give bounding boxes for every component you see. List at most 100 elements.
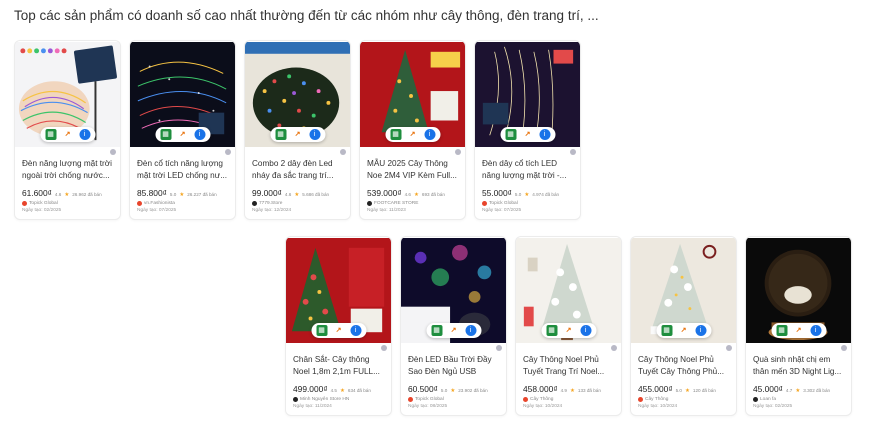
star-icon: ★: [64, 192, 70, 198]
more-options-icon[interactable]: [225, 149, 231, 155]
product-card[interactable]: ▦ ↗ i Quà sinh nhật chị em thân mến 3D Nigh…: [745, 236, 852, 416]
product-title[interactable]: Cây Thông Noel Phủ Tuyết Trang Trí Noel.…: [523, 354, 614, 378]
product-rating: 5.0: [675, 388, 682, 393]
product-image[interactable]: ▦ ↗ i: [360, 41, 465, 148]
trend-chart-icon[interactable]: ↗: [177, 129, 188, 140]
trend-chart-icon[interactable]: ↗: [678, 325, 689, 336]
more-options-icon[interactable]: [726, 345, 732, 351]
product-title[interactable]: Đèn năng lượng mặt trời ngoài trời chống…: [22, 158, 113, 182]
more-options-icon[interactable]: [340, 149, 346, 155]
shop-link[interactable]: Minh Nguyên Store HN: [293, 397, 384, 402]
spreadsheet-icon[interactable]: ▦: [776, 325, 787, 336]
product-image[interactable]: ▦ ↗ i: [286, 237, 391, 344]
info-icon[interactable]: i: [424, 129, 435, 140]
product-info: Đèn dây cổ tích LED năng lượng mặt trời …: [475, 148, 580, 213]
shop-link[interactable]: Topick Global: [408, 397, 499, 402]
spreadsheet-icon[interactable]: ▦: [431, 325, 442, 336]
spreadsheet-icon[interactable]: ▦: [316, 325, 327, 336]
product-info: Quà sinh nhật chị em thân mến 3D Night L…: [746, 344, 851, 409]
more-options-icon[interactable]: [841, 345, 847, 351]
trend-chart-icon[interactable]: ↗: [793, 325, 804, 336]
product-image[interactable]: ▦ ↗ i: [15, 41, 120, 148]
trend-chart-icon[interactable]: ↗: [563, 325, 574, 336]
product-row-1: ▦ ↗ i Đèn năng lượng mặt trời ngoài trời ch…: [14, 40, 581, 220]
product-card[interactable]: ▦ ↗ i Cây Thông Noel Phủ Tuyết Cây Thông Ph…: [630, 236, 737, 416]
product-card[interactable]: ▦ ↗ i Đèn dây cổ tích LED năng lượng mặt tr…: [474, 40, 581, 220]
star-icon: ★: [413, 192, 419, 198]
product-card[interactable]: ▦ ↗ i Đèn cổ tích năng lượng mặt trời LED c…: [129, 40, 236, 220]
spreadsheet-icon[interactable]: ▦: [45, 129, 56, 140]
created-date: Ngày tạo: 11/2024: [293, 404, 332, 409]
product-title[interactable]: MẪU 2025 Cây Thông Noe 2M4 VIP Kèm Full.…: [367, 158, 458, 182]
product-sold-count: 26.227 đã bán: [187, 192, 217, 197]
info-icon[interactable]: i: [194, 129, 205, 140]
product-card[interactable]: ▦ ↗ i Đèn năng lượng mặt trời ngoài trời ch…: [14, 40, 121, 220]
more-options-icon[interactable]: [611, 345, 617, 351]
spreadsheet-icon[interactable]: ▦: [546, 325, 557, 336]
info-icon[interactable]: i: [810, 325, 821, 336]
spreadsheet-icon[interactable]: ▦: [505, 129, 516, 140]
product-card[interactable]: ▦ ↗ i MẪU 2025 Cây Thông Noe 2M4 VIP Kèm Fu…: [359, 40, 466, 220]
trend-chart-icon[interactable]: ↗: [522, 129, 533, 140]
product-image[interactable]: ▦ ↗ i: [631, 237, 736, 344]
product-card[interactable]: ▦ ↗ i Cây Thông Noel Phủ Tuyết Trang Trí No…: [515, 236, 622, 416]
info-icon[interactable]: i: [695, 325, 706, 336]
shop-name: Loan fa: [760, 397, 777, 402]
product-title[interactable]: Cây Thông Noel Phủ Tuyết Cây Thông Phủ..…: [638, 354, 729, 378]
product-card[interactable]: ▦ ↗ i Combo 2 dây đèn Led nháy đa sắc trang…: [244, 40, 351, 220]
product-image[interactable]: ▦ ↗ i: [130, 41, 235, 148]
product-title[interactable]: Đèn cổ tích năng lượng mặt trời LED chốn…: [137, 158, 228, 182]
shop-link[interactable]: vn.Fashionista: [137, 201, 228, 206]
product-title[interactable]: Đèn LED Bầu Trời Đầy Sao Đèn Ngủ USB Đèn…: [408, 354, 499, 378]
shop-link[interactable]: 7779.Store: [252, 201, 343, 206]
shop-link[interactable]: Cây Thông: [638, 397, 729, 402]
product-image[interactable]: ▦ ↗ i: [401, 237, 506, 344]
product-title[interactable]: Đèn dây cổ tích LED năng lượng mặt trời …: [482, 158, 573, 182]
shop-link[interactable]: Loan fa: [753, 397, 844, 402]
info-icon[interactable]: i: [465, 325, 476, 336]
created-date: Ngày tạo: 02/2025: [753, 404, 793, 409]
product-image[interactable]: ▦ ↗ i: [516, 237, 621, 344]
product-action-bar: ▦ ↗ i: [771, 323, 826, 338]
trend-chart-icon[interactable]: ↗: [407, 129, 418, 140]
spreadsheet-icon[interactable]: ▦: [160, 129, 171, 140]
product-image[interactable]: ▦ ↗ i: [475, 41, 580, 148]
spreadsheet-icon[interactable]: ▦: [275, 129, 286, 140]
product-sold-count: 23.902 đã bán: [458, 388, 488, 393]
trend-chart-icon[interactable]: ↗: [333, 325, 344, 336]
shop-link[interactable]: Cây Thông: [523, 397, 614, 402]
more-options-icon[interactable]: [455, 149, 461, 155]
product-image[interactable]: ▦ ↗ i: [746, 237, 851, 344]
trend-chart-icon[interactable]: ↗: [292, 129, 303, 140]
info-icon[interactable]: i: [350, 325, 361, 336]
created-date: Ngày tạo: 07/2025: [137, 208, 177, 213]
created-date: Ngày tạo: 02/2025: [22, 208, 62, 213]
more-options-icon[interactable]: [381, 345, 387, 351]
more-options-icon[interactable]: [110, 149, 116, 155]
product-title[interactable]: Combo 2 dây đèn Led nháy đa sắc trang tr…: [252, 158, 343, 182]
product-title[interactable]: Chân Sắt- Cây thông Noel 1,8m 2,1m FULL.…: [293, 354, 384, 378]
info-icon[interactable]: i: [539, 129, 550, 140]
product-sold-count: 120 đã bán: [692, 388, 716, 393]
info-icon[interactable]: i: [580, 325, 591, 336]
more-options-icon[interactable]: [496, 345, 502, 351]
spreadsheet-icon[interactable]: ▦: [390, 129, 401, 140]
more-options-icon[interactable]: [570, 149, 576, 155]
spreadsheet-icon[interactable]: ▦: [661, 325, 672, 336]
info-icon[interactable]: i: [309, 129, 320, 140]
product-price: 458.000₫: [523, 384, 558, 394]
info-icon[interactable]: i: [79, 129, 90, 140]
shop-link[interactable]: FOOTCARE STORE: [367, 201, 458, 206]
shop-link[interactable]: Topick Global: [482, 201, 573, 206]
product-card[interactable]: ▦ ↗ i Đèn LED Bầu Trời Đầy Sao Đèn Ngủ USB …: [400, 236, 507, 416]
shop-name: Cây Thông: [530, 397, 554, 402]
product-info: MẪU 2025 Cây Thông Noe 2M4 VIP Kèm Full.…: [360, 148, 465, 213]
product-card[interactable]: ▦ ↗ i Chân Sắt- Cây thông Noel 1,8m 2,1m FU…: [285, 236, 392, 416]
product-image[interactable]: ▦ ↗ i: [245, 41, 350, 148]
shop-link[interactable]: Topick Global: [22, 201, 113, 206]
product-title[interactable]: Quà sinh nhật chị em thân mến 3D Night L…: [753, 354, 844, 378]
product-info: Chân Sắt- Cây thông Noel 1,8m 2,1m FULL.…: [286, 344, 391, 409]
trend-chart-icon[interactable]: ↗: [448, 325, 459, 336]
created-date: Ngày tạo: 12/2024: [252, 208, 292, 213]
trend-chart-icon[interactable]: ↗: [62, 129, 73, 140]
